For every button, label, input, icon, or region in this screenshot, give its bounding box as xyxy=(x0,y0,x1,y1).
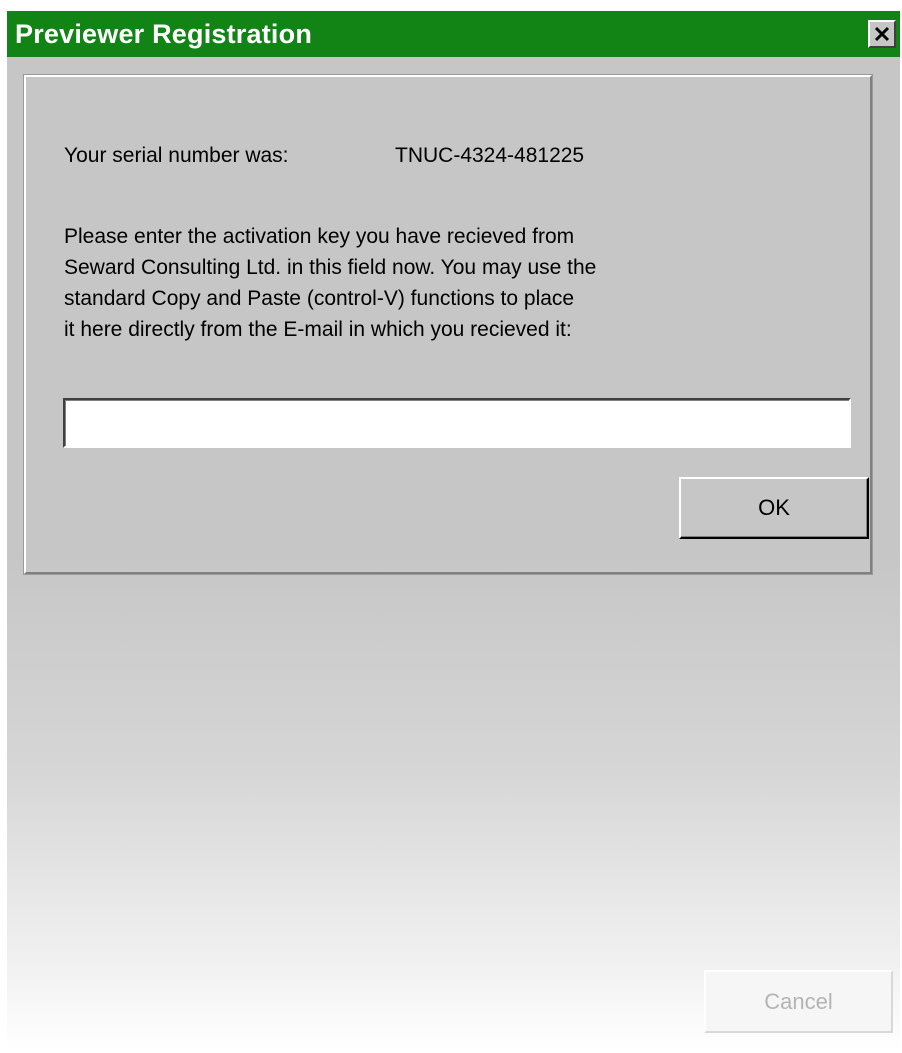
close-icon xyxy=(874,26,890,42)
instructions-text: Please enter the activation key you have… xyxy=(64,221,844,345)
instructions-line: Seward Consulting Ltd. in this field now… xyxy=(64,256,597,279)
cancel-button: Cancel xyxy=(704,970,893,1033)
instructions-line: it here directly from the E-mail in whic… xyxy=(64,318,572,341)
registration-dialog: Previewer Registration Your serial numbe… xyxy=(7,11,900,1051)
window-title: Previewer Registration xyxy=(15,19,313,49)
instructions-line: standard Copy and Paste (control-V) func… xyxy=(64,287,575,310)
title-bar: Previewer Registration xyxy=(7,11,900,57)
instructions-line: Please enter the activation key you have… xyxy=(64,225,575,248)
activation-key-input[interactable] xyxy=(63,398,851,448)
close-button[interactable] xyxy=(868,20,896,48)
ok-button[interactable]: OK xyxy=(679,477,869,539)
serial-number-label: Your serial number was: xyxy=(64,144,289,167)
serial-number-value: TNUC-4324-481225 xyxy=(395,144,585,167)
